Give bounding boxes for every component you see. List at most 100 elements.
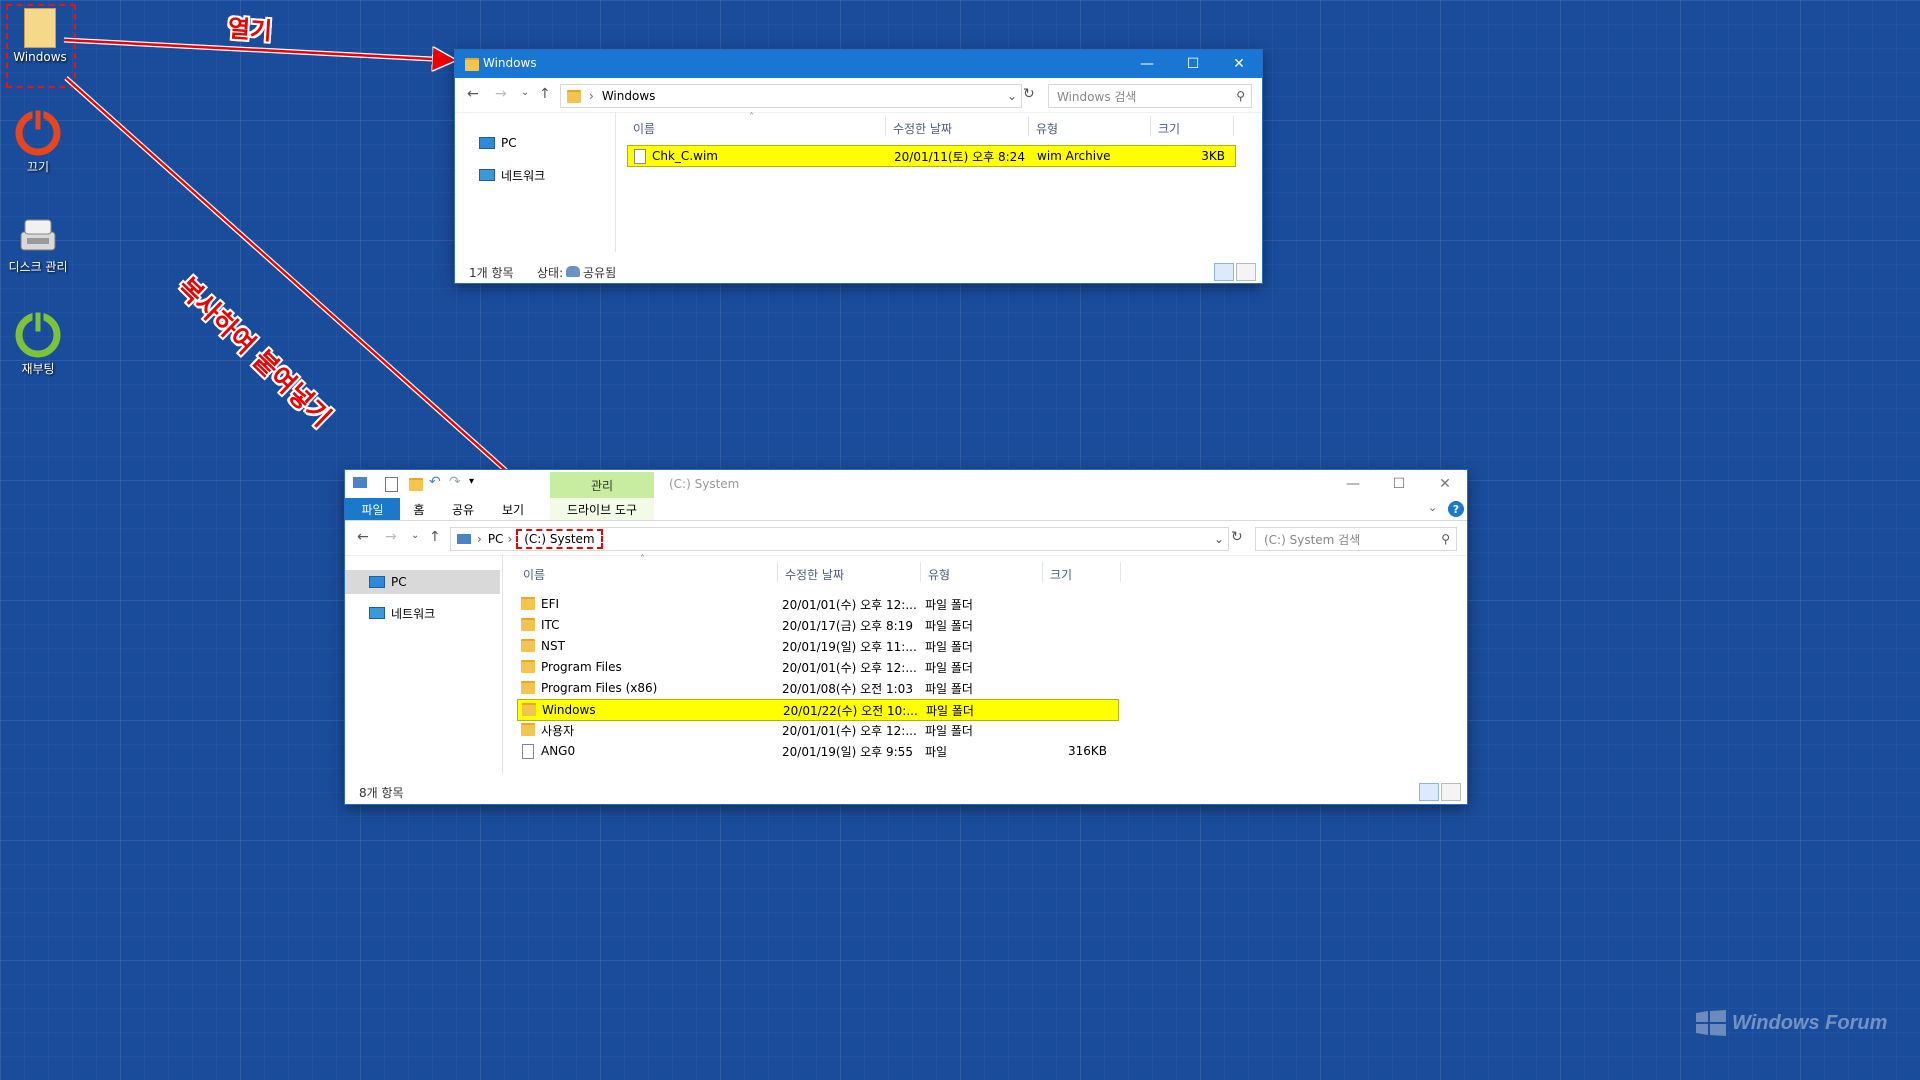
back-icon[interactable]: ← (357, 529, 369, 545)
table-row[interactable]: ITC 20/01/17(금) 오후 8:19 파일 폴더 (517, 615, 1117, 635)
new-folder-icon[interactable] (409, 478, 423, 491)
column-divider (1150, 116, 1151, 136)
refresh-icon[interactable]: ↻ (1023, 86, 1035, 102)
column-header-date[interactable]: 수정한 날짜 (785, 566, 844, 583)
minimize-button[interactable]: — (1330, 470, 1376, 498)
column-header-type[interactable]: 유형 (928, 566, 950, 583)
forward-icon[interactable]: → (495, 86, 507, 102)
address-bar[interactable]: › Windows ⌄ (560, 84, 1022, 108)
tab-home[interactable]: 홈 (400, 498, 438, 520)
file-size: 316KB (1067, 744, 1107, 758)
search-placeholder: (C:) System 검색 (1264, 532, 1361, 547)
file-date: 20/01/01(수) 오후 12:... (782, 723, 917, 738)
network-icon (369, 607, 385, 619)
file-type: wim Archive (1037, 149, 1111, 163)
app-icon (353, 477, 367, 488)
chevron-down-icon[interactable]: ⌄ (1214, 532, 1224, 546)
file-size: 3KB (1201, 149, 1225, 163)
nav-item-pc[interactable]: PC (369, 571, 407, 593)
watermark-text: Windows Forum (1732, 1011, 1888, 1034)
folder-icon (521, 681, 535, 694)
pane-divider (502, 554, 503, 774)
table-row[interactable]: Program Files 20/01/01(수) 오후 12:... 파일 폴… (517, 657, 1117, 677)
file-date: 20/01/11(토) 오후 8:24 (894, 149, 1025, 164)
file-type: 파일 (925, 744, 948, 759)
ribbon-tabs: 파일 홈 공유 보기 드라이브 도구 ⌄ ? (345, 498, 1467, 521)
file-row-highlighted[interactable]: Chk_C.wim 20/01/11(토) 오후 8:24 wim Archiv… (627, 145, 1236, 167)
large-icons-view-icon[interactable] (1236, 263, 1256, 281)
nav-label: 네트워크 (391, 606, 436, 621)
column-divider (885, 116, 886, 136)
nav-item-pc[interactable]: PC (479, 132, 517, 154)
recent-chevron-icon[interactable]: ⌄ (411, 530, 419, 541)
maximize-button[interactable]: ☐ (1170, 50, 1216, 78)
folder-icon (521, 597, 535, 610)
nav-item-network[interactable]: 네트워크 (479, 164, 545, 186)
refresh-icon[interactable]: ↻ (1231, 529, 1243, 545)
folder-icon (521, 660, 535, 673)
undo-icon[interactable]: ↶ (429, 474, 441, 490)
address-bar[interactable]: › PC › (C:) System ⌄ (450, 527, 1229, 551)
tab-file[interactable]: 파일 (345, 498, 400, 520)
table-row[interactable]: ANG0 20/01/19(일) 오후 9:55 파일 316KB (517, 741, 1117, 761)
wim-file-icon (634, 149, 646, 164)
details-view-icon[interactable] (1214, 263, 1234, 281)
redo-icon[interactable]: ↷ (449, 474, 461, 490)
column-divider (1233, 116, 1234, 136)
minimize-button[interactable]: — (1124, 50, 1170, 78)
breadcrumb-system[interactable]: (C:) System (516, 529, 603, 549)
watermark: Windows Forum (1696, 1010, 1887, 1036)
table-row[interactable]: NST 20/01/19(일) 오후 11:... 파일 폴더 (517, 636, 1117, 656)
file-icon (522, 744, 534, 759)
back-icon[interactable]: ← (467, 86, 479, 102)
chevron-down-icon[interactable]: ⌄ (1007, 89, 1017, 103)
nav-item-network[interactable]: 네트워크 (369, 602, 435, 624)
ribbon-expand-chevron-icon[interactable]: ⌄ (1428, 501, 1437, 514)
search-input[interactable]: (C:) System 검색 ⚲ (1255, 527, 1457, 551)
status-item-count: 8개 항목 (359, 786, 404, 800)
pc-icon (479, 137, 495, 149)
column-header-date[interactable]: 수정한 날짜 (893, 120, 952, 137)
column-header-name[interactable]: 이름 (633, 120, 655, 137)
forward-icon[interactable]: → (385, 529, 397, 545)
status-state-label: 상태: (537, 266, 564, 280)
column-header-size[interactable]: 크기 (1158, 120, 1180, 137)
table-row[interactable]: 사용자 20/01/01(수) 오후 12:... 파일 폴더 (517, 720, 1117, 740)
maximize-button[interactable]: ☐ (1376, 470, 1422, 498)
table-row[interactable]: EFI 20/01/01(수) 오후 12:... 파일 폴더 (517, 594, 1117, 614)
breadcrumb-separator-icon: › (507, 532, 513, 546)
breadcrumb-pc[interactable]: PC (488, 532, 504, 546)
help-icon[interactable]: ? (1448, 501, 1464, 517)
tab-view[interactable]: 보기 (488, 498, 538, 520)
file-type: 파일 폴더 (925, 597, 973, 612)
search-input[interactable]: Windows 검색 ⚲ (1048, 84, 1252, 108)
folder-icon (465, 58, 479, 71)
up-icon[interactable]: ↑ (429, 529, 441, 545)
explorer-window-system: ↶ ↷ ▾ 관리 (C:) System — ☐ ✕ 파일 홈 공유 보기 드라… (345, 470, 1467, 804)
pane-divider (615, 112, 616, 252)
tab-drive-tools[interactable]: 드라이브 도구 (550, 498, 654, 520)
column-header-size[interactable]: 크기 (1050, 566, 1072, 583)
properties-icon[interactable] (385, 477, 398, 492)
customize-chevron-icon[interactable]: ▾ (469, 476, 474, 487)
column-header-type[interactable]: 유형 (1036, 120, 1058, 137)
file-name: ANG0 (541, 744, 576, 758)
column-header-name[interactable]: 이름 (523, 566, 545, 583)
table-row-highlighted[interactable]: Windows 20/01/22(수) 오전 10:... 파일 폴더 (517, 699, 1119, 721)
title-bar[interactable]: ↶ ↷ ▾ 관리 (C:) System — ☐ ✕ (345, 470, 1467, 498)
large-icons-view-icon[interactable] (1441, 783, 1461, 801)
table-row[interactable]: Program Files (x86) 20/01/08(수) 오전 1:03 … (517, 678, 1117, 698)
recent-chevron-icon[interactable]: ⌄ (521, 87, 529, 98)
pc-icon (457, 534, 471, 544)
details-view-icon[interactable] (1419, 783, 1439, 801)
up-icon[interactable]: ↑ (539, 86, 551, 102)
navigation-pane: PC 네트워크 (345, 554, 500, 774)
breadcrumb-windows[interactable]: Windows (602, 89, 656, 103)
close-button[interactable]: ✕ (1422, 470, 1468, 498)
title-bar[interactable]: Windows — ☐ ✕ (455, 50, 1262, 78)
folder-icon (567, 89, 581, 103)
close-button[interactable]: ✕ (1216, 50, 1262, 78)
file-type: 파일 폴더 (925, 660, 973, 675)
tab-share[interactable]: 공유 (438, 498, 488, 520)
file-name: NST (541, 639, 565, 653)
